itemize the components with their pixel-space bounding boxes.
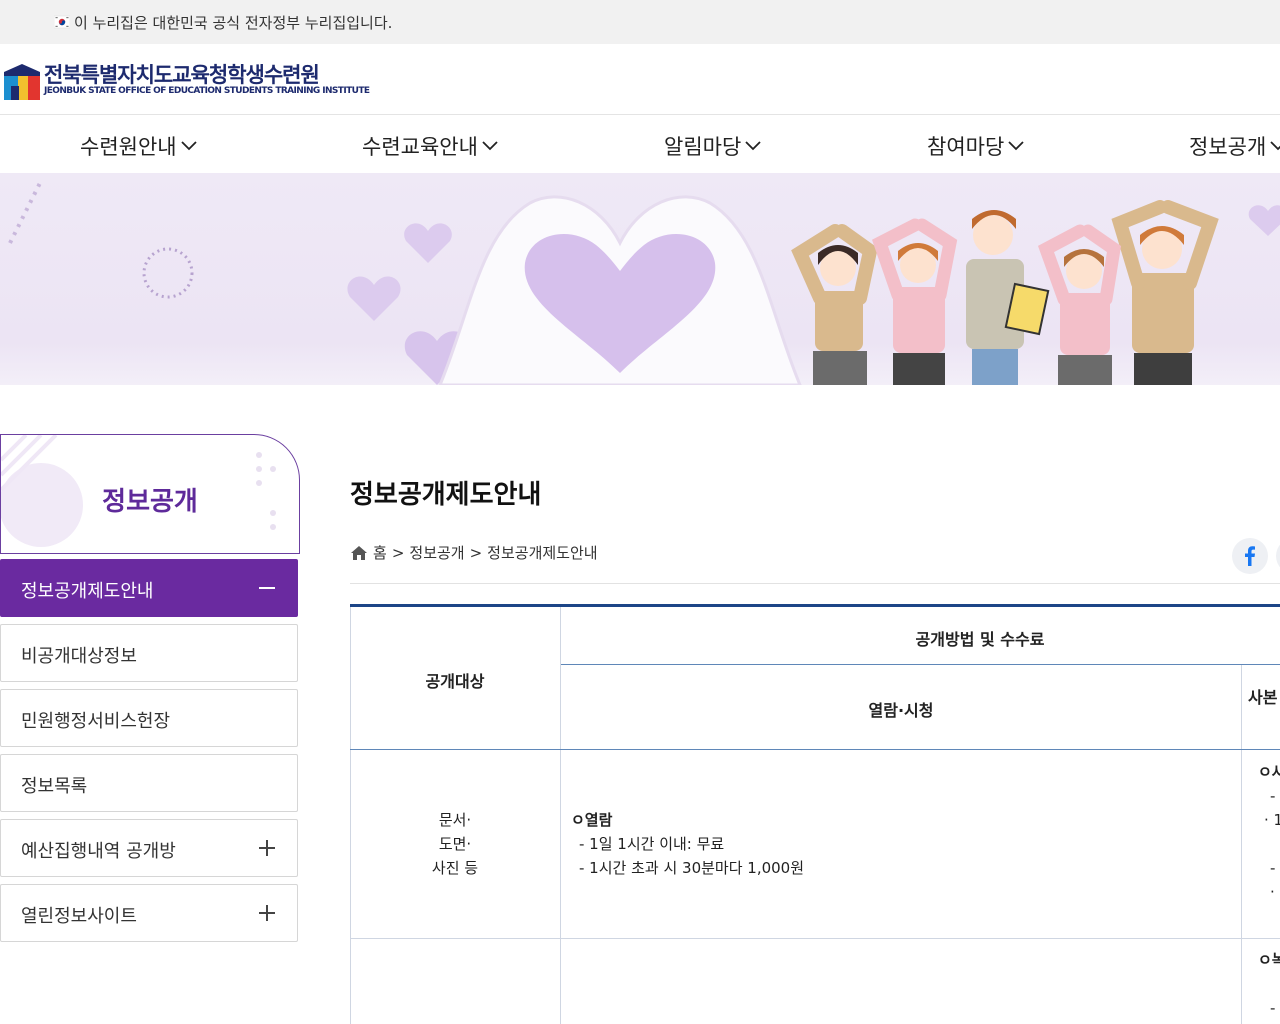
sub-visual-banner bbox=[0, 173, 1280, 385]
td-target: 문서· 도면· 사진 등 bbox=[350, 808, 560, 880]
table-header-bottom bbox=[350, 749, 1280, 750]
logo-korean-name[interactable]: 전북특별자치도교육청학생수련원 bbox=[44, 59, 320, 89]
logo-english-name: JEONBUK STATE OFFICE OF EDUCATION STUDEN… bbox=[44, 86, 370, 96]
main-navigation: 수련원안내 수련교육안내 알림마당 참여마당 정보공개 bbox=[0, 114, 1280, 174]
breadcrumb-separator: > bbox=[469, 543, 483, 562]
institute-logo-icon[interactable] bbox=[2, 58, 42, 102]
td-view: ㅇ열람 - 1일 1시간 이내: 무료 - 1시간 초과 시 30분마다 1,0… bbox=[571, 808, 804, 880]
sidebar-item-info-list[interactable]: 정보목록 bbox=[0, 754, 298, 812]
chevron-down-icon bbox=[180, 141, 197, 151]
sidebar-item-label: 민원행정서비스헌장 bbox=[21, 711, 171, 732]
gnb-item-label: 참여마당 bbox=[927, 135, 1005, 159]
gov-notice-bar: 이 누리집은 대한민국 공식 전자정부 누리집입니다. bbox=[0, 0, 1280, 44]
table-col-divider bbox=[1241, 665, 1242, 1024]
facebook-icon bbox=[1245, 546, 1255, 566]
gnb-item-education[interactable]: 수련교육안내 bbox=[362, 131, 498, 161]
chevron-down-icon bbox=[1008, 141, 1024, 151]
heart-hands-students-illustration bbox=[8, 182, 1280, 385]
td-copy-line: - 1 bbox=[1270, 999, 1280, 1017]
gnb-item-label: 알림마당 bbox=[664, 135, 742, 159]
gnb-item-notice[interactable]: 알림마당 bbox=[664, 131, 761, 161]
korea-flag-icon bbox=[54, 15, 70, 29]
sidebar-item-label: 예산집행내역 공개방 bbox=[21, 841, 176, 862]
th-target: 공개대상 bbox=[425, 672, 485, 691]
site-header: 전북특별자치도교육청학생수련원 JEONBUK STATE OFFICE OF … bbox=[0, 44, 1280, 114]
gnb-item-label: 수련교육안내 bbox=[362, 135, 478, 159]
sidebar-item-open-info-site[interactable]: 열린정보사이트 bbox=[0, 884, 298, 942]
chevron-down-icon bbox=[1270, 141, 1280, 151]
td-copy-line: · 1 bbox=[1264, 811, 1280, 829]
gnb-item-label: 정보공개 bbox=[1189, 135, 1267, 159]
sidebar-item-label: 열린정보사이트 bbox=[21, 906, 137, 927]
sidebar-title-box: 정보공개 bbox=[0, 434, 300, 554]
td-copy-line: · bbox=[1270, 883, 1275, 901]
sidebar-title: 정보공개 bbox=[102, 487, 198, 517]
sidebar-item-label: 정보공개제도안내 bbox=[21, 581, 154, 602]
share-button[interactable] bbox=[1276, 538, 1280, 574]
td-copy: ㅇ사 - · 1 - · bbox=[1258, 760, 1280, 904]
td-view-line: - 1일 1시간 이내: 무료 bbox=[579, 835, 725, 853]
th-method-fee: 공개방법 및 수수료 bbox=[915, 630, 1045, 649]
sidebar-item-nondisclosure-info[interactable]: 비공개대상정보 bbox=[0, 624, 298, 682]
td-target-line: 사진 등 bbox=[431, 859, 479, 877]
td-copy-line: - bbox=[1270, 859, 1276, 877]
page-title: 정보공개제도안내 bbox=[350, 480, 542, 510]
td-copy-row2: ㅇ녹 - 1 bbox=[1258, 948, 1280, 1020]
sidebar-item-disclosure-guide[interactable]: 정보공개제도안내 bbox=[0, 559, 298, 617]
content-divider bbox=[350, 583, 1280, 584]
td-copy-heading: ㅇ녹 bbox=[1258, 951, 1280, 969]
td-view-heading: ㅇ열람 bbox=[571, 811, 613, 829]
gov-notice-text: 이 누리집은 대한민국 공식 전자정부 누리집입니다. bbox=[74, 14, 393, 32]
chevron-down-icon bbox=[482, 141, 498, 151]
chevron-down-icon bbox=[745, 141, 761, 151]
table-header-divider bbox=[561, 664, 1280, 665]
table-top-border bbox=[350, 604, 1280, 607]
plus-icon bbox=[259, 905, 275, 921]
td-target-line: 도면· bbox=[438, 835, 472, 853]
th-view: 열람·시청 bbox=[868, 701, 934, 720]
td-copy-heading: ㅇ사 bbox=[1258, 763, 1280, 781]
plus-icon bbox=[259, 840, 275, 856]
gnb-item-info-disclosure[interactable]: 정보공개 bbox=[1189, 131, 1280, 161]
td-view-line: - 1시간 초과 시 30분마다 1,000원 bbox=[579, 859, 805, 877]
breadcrumb: 홈 > 정보공개 > 정보공개제도안내 bbox=[350, 542, 603, 563]
sidebar-item-budget-execution[interactable]: 예산집행내역 공개방 bbox=[0, 819, 298, 877]
sidebar-item-label: 정보목록 bbox=[21, 776, 88, 797]
gnb-item-about[interactable]: 수련원안내 bbox=[80, 131, 197, 161]
sidebar-item-civil-service-charter[interactable]: 민원행정서비스헌장 bbox=[0, 689, 298, 747]
minus-icon bbox=[259, 587, 275, 589]
facebook-share-button[interactable] bbox=[1232, 538, 1268, 574]
gnb-item-participation[interactable]: 참여마당 bbox=[927, 131, 1024, 161]
th-copy: 사본 bbox=[1248, 688, 1278, 707]
table-col-divider bbox=[560, 607, 561, 1024]
breadcrumb-info-disclosure[interactable]: 정보공개 bbox=[409, 542, 464, 563]
td-copy-line: - bbox=[1270, 787, 1276, 805]
table-row-divider bbox=[350, 938, 1280, 939]
breadcrumb-current: 정보공개제도안내 bbox=[487, 544, 598, 562]
breadcrumb-home[interactable]: 홈 bbox=[373, 542, 387, 563]
breadcrumb-separator: > bbox=[391, 543, 405, 562]
gnb-item-label: 수련원안내 bbox=[80, 135, 177, 159]
td-target-line: 문서· bbox=[438, 811, 472, 829]
home-icon[interactable] bbox=[350, 545, 368, 561]
disclosure-fee-table: 공개대상 공개방법 및 수수료 열람·시청 사본 문서· 도면· 사진 등 ㅇ열… bbox=[350, 604, 1280, 1024]
sidebar-item-label: 비공개대상정보 bbox=[21, 646, 137, 667]
